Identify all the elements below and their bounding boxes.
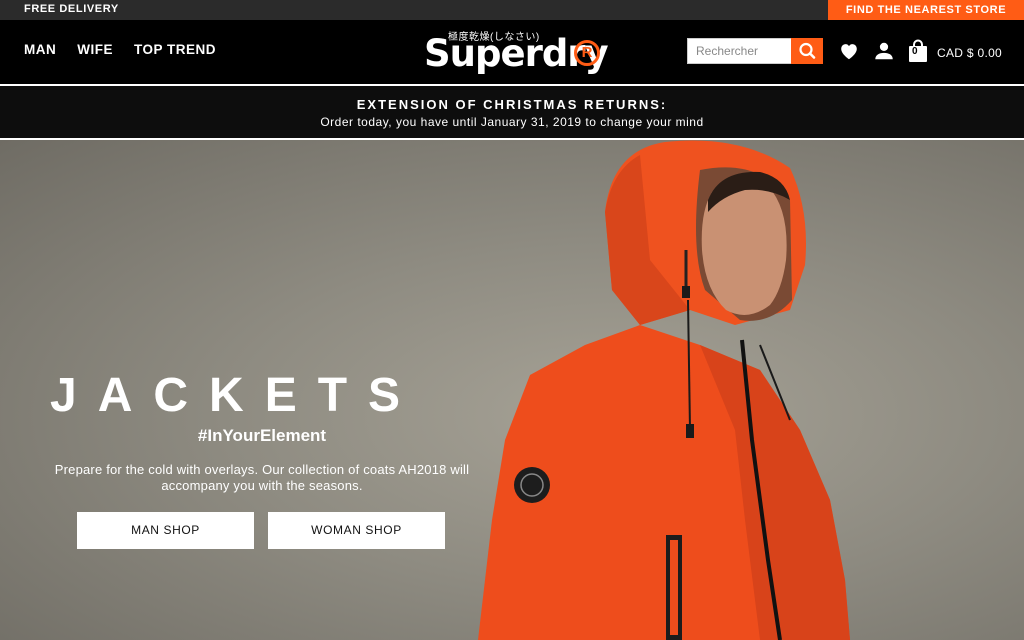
hero-description: Prepare for the cold with overlays. Our … <box>54 462 470 493</box>
search-input[interactable] <box>687 38 793 64</box>
free-delivery-label: FREE DELIVERY <box>24 3 119 15</box>
cart-total[interactable]: CAD $ 0.00 <box>937 46 1002 60</box>
hero-headline: JACKETS <box>50 369 422 422</box>
search-button[interactable] <box>791 38 823 64</box>
cart-count: 0 <box>912 46 918 57</box>
superdry-logo[interactable]: 極度乾燥(しなさい) Superdry R <box>424 26 609 75</box>
woman-shop-button[interactable]: WOMAN SHOP <box>268 512 445 549</box>
nav-item-man[interactable]: MAN <box>24 42 56 57</box>
shopping-bag-icon[interactable] <box>907 39 929 63</box>
top-utility-bar: FREE DELIVERY FIND THE NEAREST STORE <box>0 0 1024 20</box>
search-box <box>687 38 823 64</box>
main-nav: MAN WIFE TOP TREND <box>24 42 216 57</box>
heart-icon[interactable] <box>838 40 860 62</box>
nav-item-top-trend[interactable]: TOP TREND <box>134 42 216 57</box>
promo-banner[interactable]: EXTENSION OF CHRISTMAS RETURNS: Order to… <box>0 86 1024 138</box>
search-icon <box>799 42 816 59</box>
man-shop-button[interactable]: MAN SHOP <box>77 512 254 549</box>
user-icon[interactable] <box>873 40 895 62</box>
nav-item-wife[interactable]: WIFE <box>77 42 113 57</box>
promo-subtitle: Order today, you have until January 31, … <box>320 115 704 129</box>
hero-banner: JACKETS #InYourElement Prepare for the c… <box>0 140 1024 640</box>
find-nearest-store-link[interactable]: FIND THE NEAREST STORE <box>828 0 1024 20</box>
hero-hashtag: #InYourElement <box>197 426 327 445</box>
main-header: MAN WIFE TOP TREND 極度乾燥(しなさい) Superdry R… <box>0 20 1024 84</box>
registered-mark-icon: R <box>574 40 600 66</box>
promo-title: EXTENSION OF CHRISTMAS RETURNS: <box>356 97 668 112</box>
